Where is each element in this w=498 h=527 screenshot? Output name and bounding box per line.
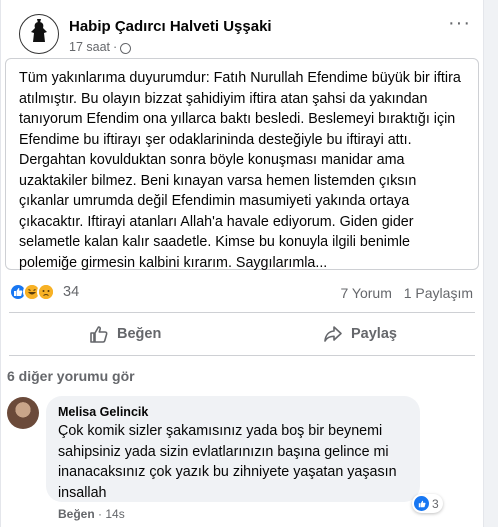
comment-reaction-count: 3: [432, 496, 439, 511]
comment-actions-separator: ·: [98, 507, 103, 521]
post-time[interactable]: 17 saat: [69, 40, 110, 54]
like-button[interactable]: Beğen: [89, 324, 161, 344]
comment-time[interactable]: 14s: [105, 507, 124, 521]
page-scroll-gutter: [484, 0, 498, 527]
like-button-label: Beğen: [117, 326, 162, 342]
sad-icon: [37, 283, 55, 301]
author-name[interactable]: Habip Çadırcı Halveti Uşşaki: [69, 18, 272, 35]
post-text: Tüm yakınlarıma duyurumdur: Fatıh Nurull…: [19, 70, 461, 271]
thumbs-up-icon: [90, 326, 108, 343]
comment-count-link[interactable]: 7 Yorum: [340, 285, 391, 301]
facebook-post-page: Habip Çadırcı Halveti Uşşaki 17 saat · ·…: [0, 0, 498, 527]
commenter-name[interactable]: Melisa Gelincik: [58, 405, 148, 419]
share-button-label: Paylaş: [351, 326, 397, 342]
view-more-comments-link[interactable]: 6 diğer yorumu gör: [7, 368, 135, 384]
share-button[interactable]: Paylaş: [323, 324, 397, 344]
comment-reaction-badge[interactable]: 3: [412, 494, 443, 513]
divider-bottom: [9, 355, 475, 356]
share-count-link[interactable]: 1 Paylaşım: [404, 285, 473, 301]
comment-actions: Beğen · 14s: [58, 507, 125, 521]
reaction-count: 34: [63, 284, 80, 300]
engagement-counts: 7 Yorum 1 Paylaşım: [340, 285, 473, 301]
comment-text: Çok komik sizler şakamısınız yada boş bi…: [58, 423, 397, 501]
comment-like-button[interactable]: Beğen: [58, 507, 95, 521]
post-meta: 17 saat ·: [69, 40, 132, 54]
more-options-button[interactable]: ···: [448, 12, 471, 35]
post-card: Habip Çadırcı Halveti Uşşaki 17 saat · ·…: [0, 0, 484, 527]
share-arrow-icon: [324, 326, 342, 342]
comment-like-icon: [414, 496, 429, 511]
commenter-avatar[interactable]: [7, 397, 39, 429]
meta-separator: ·: [113, 40, 118, 54]
reaction-summary[interactable]: 34: [9, 283, 79, 301]
dervish-logo-icon: [22, 17, 56, 51]
divider-top: [9, 312, 475, 313]
globe-icon: [120, 42, 132, 54]
author-avatar[interactable]: [19, 14, 59, 54]
post-header: Habip Çadırcı Halveti Uşşaki 17 saat ·: [19, 14, 272, 54]
